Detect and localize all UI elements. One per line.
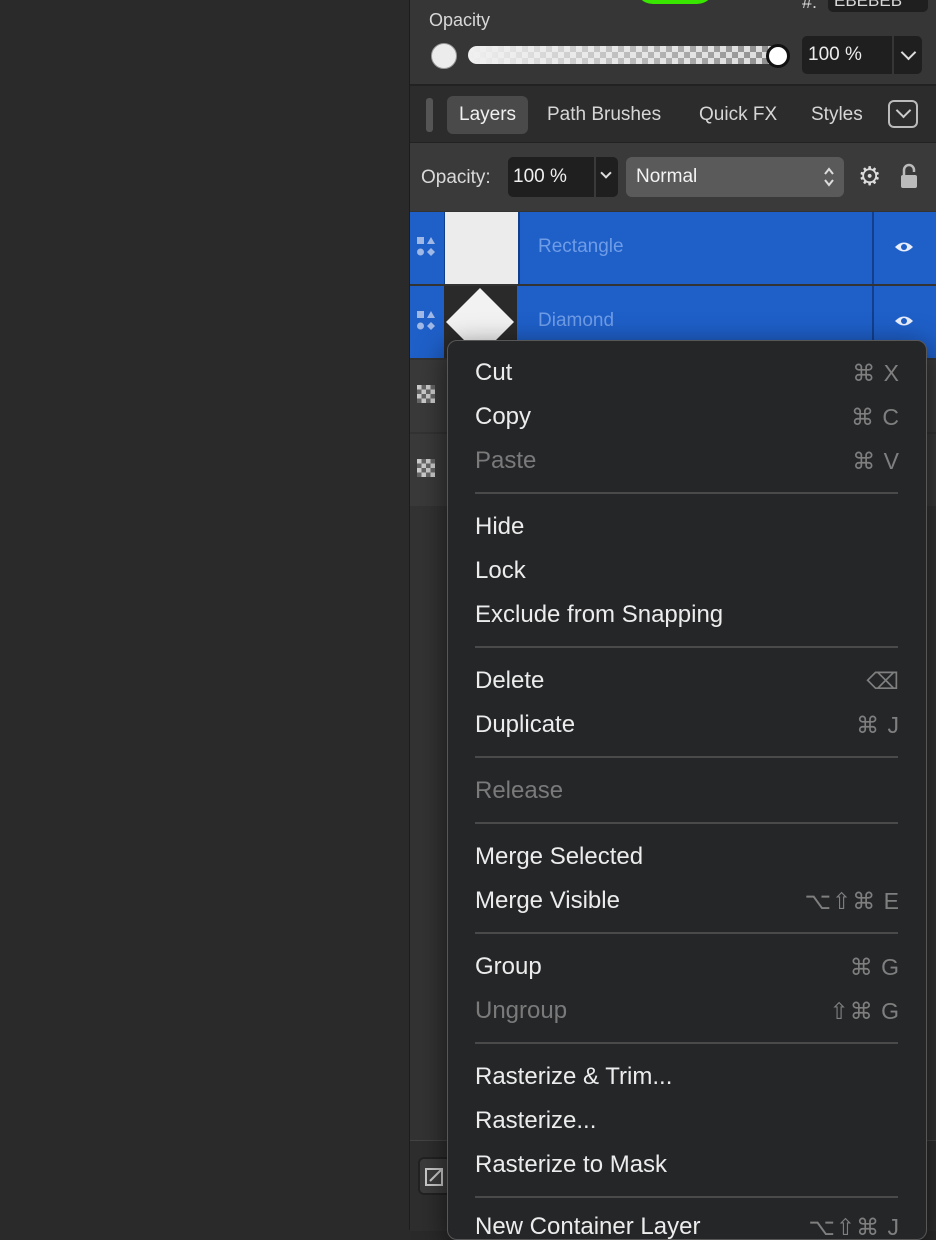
menu-separator [475,646,898,648]
layer-opacity-label: Opacity: [421,167,491,188]
tab-styles[interactable]: Styles [799,96,875,134]
menu-item-hide[interactable]: Hide [475,505,900,549]
menu-item-merge-visible[interactable]: Merge Visible ⌥⇧⌘ E [475,879,900,923]
menu-separator [475,1196,898,1198]
menu-item-label: Rasterize & Trim... [475,1063,673,1090]
menu-item-lock[interactable]: Lock [475,549,900,593]
menu-shortcut: ⌘ V [852,448,900,474]
pixel-layer-icon [417,385,435,403]
tab-overflow-button[interactable] [888,100,918,128]
menu-shortcut: ⇧⌘ G [829,998,900,1024]
gear-icon[interactable]: ⚙ [858,163,881,189]
layer-context-menu: Cut ⌘ X Copy ⌘ C Paste ⌘ V Hide Lock Exc… [447,340,927,1240]
menu-separator [475,756,898,758]
menu-item-label: Rasterize to Mask [475,1151,668,1178]
menu-item-label: Group [475,953,542,980]
opacity-dropdown-button[interactable] [894,36,922,74]
layer-name[interactable]: Diamond [538,310,614,332]
tab-path-brushes[interactable]: Path Brushes [535,96,673,134]
studio-tab-bar: Layers Path Brushes Quick FX Styles [410,86,936,143]
canvas-area[interactable] [0,0,409,1230]
menu-item-delete[interactable]: Delete ⌫ [475,659,900,703]
menu-item-duplicate[interactable]: Duplicate ⌘ J [475,703,900,747]
blend-mode-select[interactable]: Normal [626,157,844,197]
color-panel: #: EBEBEB Opacity 100 % [410,0,936,86]
shape-layer-icon [417,311,435,330]
menu-item-label: Merge Selected [475,843,644,870]
menu-item-label: Delete [475,667,545,694]
opacity-slider[interactable] [468,46,788,64]
menu-item-rasterize-and-trim[interactable]: Rasterize & Trim... [475,1055,900,1099]
pencil-icon [425,1168,443,1186]
shape-layer-icon [417,237,435,256]
menu-item-paste[interactable]: Paste ⌘ V [475,439,900,483]
up-down-chevron-icon [824,167,834,187]
menu-item-exclude-from-snapping[interactable]: Exclude from Snapping [475,593,900,637]
menu-item-rasterize[interactable]: Rasterize... [475,1099,900,1143]
layer-name[interactable]: Rectangle [538,236,624,258]
current-color-swatch[interactable] [431,43,457,69]
chevron-down-icon [900,44,917,61]
color-wheel-preview[interactable] [635,0,715,4]
menu-item-label: Copy [475,403,532,430]
opacity-input[interactable]: 100 % [802,36,892,74]
menu-item-label: Rasterize... [475,1107,597,1134]
menu-separator [475,822,898,824]
menu-item-new-container-layer[interactable]: New Container Layer ⌥⇧⌘ J [475,1205,900,1240]
menu-item-ungroup[interactable]: Ungroup ⇧⌘ G [475,989,900,1033]
layer-divider [872,212,874,284]
menu-shortcut: ⌥⇧⌘ E [804,888,900,914]
menu-item-label: Cut [475,359,513,386]
menu-shortcut: ⌥⇧⌘ J [808,1214,900,1240]
opacity-slider-handle[interactable] [766,44,790,68]
panel-grip-handle[interactable] [426,98,433,132]
menu-item-group[interactable]: Group ⌘ G [475,945,900,989]
chevron-down-icon [600,167,612,179]
blend-mode-value: Normal [636,166,698,187]
menu-item-label: Duplicate [475,711,576,738]
menu-shortcut: ⌘ J [856,712,900,738]
menu-separator [475,1042,898,1044]
backspace-icon: ⌫ [866,668,900,694]
menu-separator [475,492,898,494]
menu-shortcut: ⌘ G [849,954,900,980]
hex-input[interactable]: EBEBEB [828,0,928,12]
menu-item-label: Exclude from Snapping [475,601,724,628]
menu-shortcut: ⌘ C [851,404,900,430]
tab-quick-fx[interactable]: Quick FX [687,96,789,134]
menu-item-label: Merge Visible [475,887,620,914]
chevron-down-icon [895,102,912,119]
menu-shortcut: ⌘ X [852,360,900,386]
menu-item-merge-selected[interactable]: Merge Selected [475,835,900,879]
menu-item-label: Paste [475,447,537,474]
menu-item-label: Release [475,777,564,804]
layer-opacity-input[interactable]: 100 % [508,157,594,197]
eye-icon[interactable] [894,240,914,254]
menu-item-label: Lock [475,557,526,584]
menu-item-release[interactable]: Release [475,769,900,813]
layer-row-rectangle[interactable]: Rectangle [410,212,936,284]
lock-icon[interactable] [900,163,918,189]
layer-opacity-dropdown[interactable] [596,157,618,197]
layer-thumbnail [444,212,520,284]
hex-label: #: [802,0,818,12]
pixel-layer-icon [417,459,435,477]
menu-item-label: Hide [475,513,525,540]
menu-item-copy[interactable]: Copy ⌘ C [475,395,900,439]
menu-item-cut[interactable]: Cut ⌘ X [475,351,900,395]
menu-item-label: New Container Layer [475,1213,701,1240]
opacity-label: Opacity [429,10,491,30]
menu-separator [475,932,898,934]
eye-icon[interactable] [894,314,914,328]
menu-item-rasterize-to-mask[interactable]: Rasterize to Mask [475,1143,900,1187]
layer-options-bar: Opacity: 100 % Normal ⚙ [410,143,936,211]
tab-layers[interactable]: Layers [447,96,529,134]
menu-item-label: Ungroup [475,997,568,1024]
